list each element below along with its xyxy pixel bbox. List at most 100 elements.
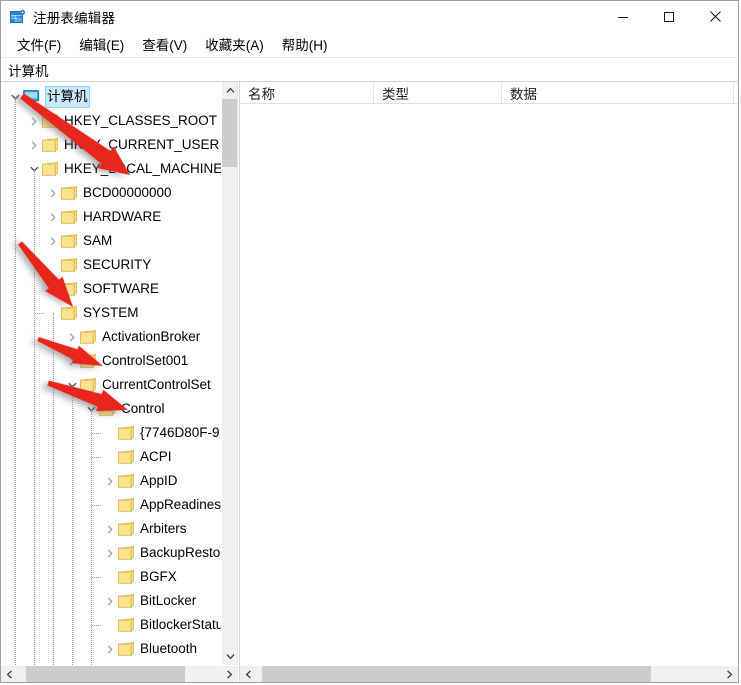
tree-item-label: HKEY_CURRENT_USER [63,133,221,157]
tree-connector-line [53,313,55,665]
tree-scroll-up-button[interactable] [222,82,238,99]
tree-connector-stub [35,313,44,315]
folder-icon [42,114,58,128]
menu-file[interactable]: 文件(F) [9,32,69,57]
folder-icon [118,642,134,656]
folder-icon [61,282,77,296]
tree-item-label: BCD00000000 [82,181,174,205]
tree-item-计算机[interactable]: 计算机 [1,85,223,109]
minimize-button[interactable] [600,1,646,32]
values-column-header: 名称类型数据 [240,82,738,104]
values-horizontal-scrollbar[interactable] [240,665,738,682]
chevron-right-icon[interactable] [102,541,118,565]
tree-hscrollbar-thumb[interactable] [26,666,185,683]
tree-connector-line [15,97,17,665]
folder-icon [118,522,134,536]
values-hscroll-track[interactable] [257,666,721,683]
tree-item-label: {7746D80F-9 [139,421,222,445]
computer-icon [23,90,40,104]
registry-tree: 计算机HKEY_CLASSES_ROOTHKEY_CURRENT_USERHKE… [1,82,223,665]
tree-hscroll-track[interactable] [18,666,221,683]
tree-item-label: ActivationBroker [101,325,202,349]
folder-icon [118,618,134,632]
tree-scroll-right-button[interactable] [221,666,238,683]
expander-placeholder [102,613,118,637]
chevron-right-icon[interactable] [45,277,61,301]
values-list[interactable] [240,104,738,665]
chevron-right-icon[interactable] [45,181,61,205]
folder-icon [118,498,134,512]
registry-values-pane: 名称类型数据 [239,82,738,682]
tree-item-hkeycurrentuser[interactable]: HKEY_CURRENT_USER [1,133,223,157]
chevron-right-icon[interactable] [102,517,118,541]
tree-item-label: SECURITY [82,253,153,277]
column-type[interactable]: 类型 [374,82,502,103]
tree-scrollbar-thumb[interactable] [222,99,238,167]
folder-icon [118,450,134,464]
tree-item-label: BackupResto [139,541,222,565]
folder-icon [118,570,134,584]
tree-item-label: 计算机 [45,86,90,108]
tree-item-label: CurrentControlSet [101,373,213,397]
folder-icon [61,210,77,224]
tree-item-label: HKEY_CLASSES_ROOT [63,109,219,133]
chevron-right-icon[interactable] [64,349,80,373]
chevron-right-icon[interactable] [26,109,42,133]
tree-item-label: HARDWARE [82,205,163,229]
address-path: 计算机 [1,60,49,80]
tree-scroll-left-button[interactable] [1,666,18,683]
chevron-right-icon[interactable] [102,637,118,661]
folder-icon [42,138,58,152]
expander-placeholder [45,253,61,277]
close-button[interactable] [692,1,738,32]
tree-vertical-scrollbar[interactable] [221,82,237,665]
address-bar[interactable]: 计算机 [1,58,738,82]
tree-scroll-down-button[interactable] [222,648,238,665]
menu-edit[interactable]: 编辑(E) [71,32,132,57]
chevron-right-icon[interactable] [64,325,80,349]
folder-icon [61,306,77,320]
column-name[interactable]: 名称 [240,82,374,103]
tree-item-label: HKEY_LOCAL_MACHINE [63,157,223,181]
folder-icon [42,162,58,176]
menu-view[interactable]: 查看(V) [134,32,195,57]
folder-icon [80,354,96,368]
tree-item-label: ACPI [139,445,174,469]
values-scroll-left-button[interactable] [240,666,257,683]
folder-icon [118,546,134,560]
folder-icon [61,186,77,200]
registry-editor-window: 注册表编辑器 文件(F)编辑(E)查看(V)收藏夹(A)帮助(H) 计算机 计算… [0,0,739,683]
registry-editor-icon [10,9,26,25]
values-hscrollbar-thumb[interactable] [262,666,651,683]
chevron-right-icon[interactable] [26,133,42,157]
maximize-button[interactable] [646,1,692,32]
expander-placeholder [102,493,118,517]
tree-connector-stub [92,457,101,459]
tree-item-label: Control [120,397,167,421]
tree-horizontal-scrollbar[interactable] [1,665,238,682]
window-controls [600,1,738,32]
folder-icon [80,378,96,392]
chevron-right-icon[interactable] [102,469,118,493]
menu-favorites[interactable]: 收藏夹(A) [197,32,272,57]
tree-item-hkeyclassesroot[interactable]: HKEY_CLASSES_ROOT [1,109,223,133]
chevron-right-icon[interactable] [45,205,61,229]
tree-connector-stub [92,433,101,435]
folder-icon [118,426,134,440]
folder-icon [80,330,96,344]
expander-placeholder [102,565,118,589]
window-title: 注册表编辑器 [33,7,115,27]
column-data[interactable]: 数据 [502,82,734,103]
tree-item-label: AppID [139,469,180,493]
menu-help[interactable]: 帮助(H) [274,32,336,57]
folder-icon [61,258,77,272]
chevron-right-icon[interactable] [45,229,61,253]
tree-item-label: Arbiters [139,517,189,541]
tree-item-label: ControlSet001 [101,349,190,373]
expander-placeholder [102,421,118,445]
tree-connector-stub [92,625,101,627]
chevron-right-icon[interactable] [102,589,118,613]
tree-scroll-viewport: 计算机HKEY_CLASSES_ROOTHKEY_CURRENT_USERHKE… [1,82,238,665]
values-scroll-right-button[interactable] [721,666,738,683]
tree-item-label: SAM [82,229,114,253]
